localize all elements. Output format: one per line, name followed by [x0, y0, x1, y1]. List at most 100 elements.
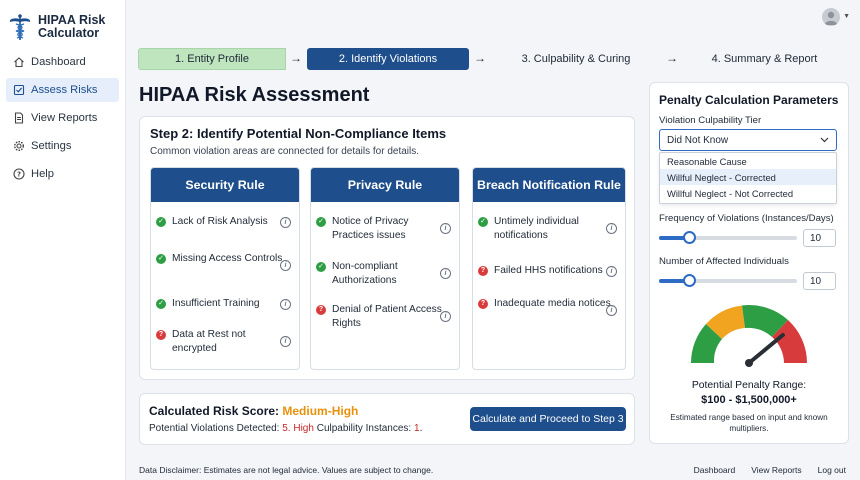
- violations-summary: Potential Violations Detected: 5. High C…: [149, 423, 422, 434]
- info-icon[interactable]: i: [280, 260, 291, 271]
- violation-label: Failed HHS notifications: [494, 265, 603, 276]
- home-icon: [13, 56, 25, 68]
- frequency-input[interactable]: 10: [803, 229, 836, 247]
- culpability-tier-label: Violation Culpability Tier: [659, 115, 762, 126]
- sidebar-item-view-reports[interactable]: View Reports: [6, 106, 119, 130]
- penalty-range-value: $100 - $1,500,000+: [701, 394, 797, 406]
- sidebar-nav: Dashboard Assess Risks View Reports Sett…: [0, 50, 125, 186]
- risk-score: Calculated Risk Score: Medium-High: [149, 404, 358, 418]
- info-icon[interactable]: i: [606, 223, 617, 234]
- risk-score-value: Medium-High: [282, 404, 359, 418]
- violation-item[interactable]: ? Data at Rest not encrypted i: [156, 328, 291, 356]
- violation-label: Non-compliant Authorizations: [332, 261, 398, 286]
- rule-column-title: Privacy Rule: [311, 168, 459, 202]
- checklist-icon: [13, 84, 25, 96]
- violation-item[interactable]: ? Inadequate media notices i: [478, 297, 617, 316]
- card-subtitle: Common violation areas are connected for…: [150, 146, 420, 157]
- slider-thumb[interactable]: [683, 274, 697, 287]
- user-icon: [824, 11, 838, 25]
- violation-label: Lack of Risk Analysis: [172, 216, 268, 227]
- footer-link-logout[interactable]: Log out: [818, 465, 846, 475]
- info-icon[interactable]: i: [440, 311, 451, 322]
- caduceus-logo-icon: [9, 13, 31, 40]
- high-label: High: [293, 423, 314, 434]
- help-icon: ?: [13, 168, 25, 180]
- info-icon[interactable]: i: [440, 268, 451, 279]
- arrow-right-icon: →: [290, 51, 302, 65]
- sidebar-item-help[interactable]: ? Help: [6, 162, 119, 186]
- warning-icon: ?: [478, 299, 488, 309]
- frequency-label: Frequency of Violations (Instances/Days): [659, 213, 834, 224]
- risk-score-label: Calculated Risk Score:: [149, 404, 283, 418]
- affected-individuals-input[interactable]: 10: [803, 272, 836, 290]
- calculate-proceed-button[interactable]: Calculate and Proceed to Step 3: [470, 407, 626, 431]
- penalty-parameters-panel: Penalty Calculation Parameters Violation…: [649, 82, 849, 444]
- step-culpability-curing[interactable]: 3. Culpability & Curing: [493, 48, 659, 70]
- culpability-label: Culpability Instances:: [313, 423, 414, 434]
- slider-thumb[interactable]: [683, 231, 697, 244]
- violation-label: Insufficient Training: [172, 298, 260, 309]
- footer-link-view-reports[interactable]: View Reports: [751, 465, 801, 475]
- violation-item[interactable]: ? Failed HHS notifications i: [478, 264, 617, 278]
- info-icon[interactable]: i: [280, 299, 291, 310]
- violations-label: Potential Violations Detected:: [149, 423, 283, 434]
- sidebar-item-label: Settings: [31, 140, 72, 152]
- violation-item[interactable]: ? Denial of Patient Access Rights i: [316, 303, 451, 331]
- brand[interactable]: HIPAA Risk Calculator: [0, 0, 125, 44]
- page-title: HIPAA Risk Assessment: [139, 84, 370, 106]
- card-heading: Step 2: Identify Potential Non-Complianc…: [150, 126, 447, 141]
- chevron-down-icon: [820, 135, 829, 146]
- step-entity-profile[interactable]: 1. Entity Profile: [138, 48, 286, 70]
- affected-individuals-slider[interactable]: [659, 274, 797, 287]
- penalty-gauge: [690, 305, 808, 367]
- penalty-range-note: Estimated range based on input and known…: [670, 413, 828, 433]
- check-icon: ✓: [156, 217, 166, 227]
- chevron-down-icon[interactable]: ▼: [843, 13, 850, 20]
- app-name-line1: HIPAA Risk: [38, 12, 106, 27]
- frequency-slider[interactable]: [659, 231, 797, 244]
- dropdown-option[interactable]: Willful Neglect - Not Corrected: [660, 185, 836, 201]
- dropdown-option[interactable]: Willful Neglect - Corrected: [660, 169, 836, 185]
- gauge-needle: [747, 333, 785, 365]
- step-identify-violations[interactable]: 2. Identify Violations: [307, 48, 469, 70]
- check-icon: ✓: [316, 217, 326, 227]
- sidebar: HIPAA Risk Calculator Dashboard Assess R…: [0, 0, 126, 480]
- violation-item[interactable]: ✓ Lack of Risk Analysis i: [156, 215, 291, 229]
- app-name-line2: Calculator: [38, 25, 100, 40]
- breach-notification-column: Breach Notification Rule ✓ Untimely indi…: [472, 167, 626, 370]
- warning-icon: ?: [478, 266, 488, 276]
- violations-card: Step 2: Identify Potential Non-Complianc…: [139, 116, 635, 380]
- violation-item[interactable]: ✓ Notice of Privacy Practices issues i: [316, 215, 451, 243]
- culpability-tier-dropdown: Reasonable Cause Willful Neglect - Corre…: [659, 152, 837, 204]
- violation-item[interactable]: ✓ Non-compliant Authorizations i: [316, 260, 451, 288]
- dropdown-option[interactable]: Reasonable Cause: [660, 153, 836, 169]
- sidebar-item-dashboard[interactable]: Dashboard: [6, 50, 119, 74]
- info-icon[interactable]: i: [606, 305, 617, 316]
- violation-label: Untimely individual notifications: [494, 216, 579, 241]
- info-icon[interactable]: i: [440, 223, 451, 234]
- user-avatar[interactable]: [822, 8, 840, 26]
- violation-item[interactable]: ✓ Insufficient Training i: [156, 297, 291, 311]
- data-disclaimer: Data Disclaimer: Estimates are not legal…: [139, 465, 434, 475]
- culpability-tier-select[interactable]: Did Not Know: [659, 129, 837, 151]
- check-icon: ✓: [156, 254, 166, 264]
- violation-label: Missing Access Controls: [172, 253, 283, 264]
- arrow-right-icon: →: [474, 51, 486, 65]
- selected-tier: Did Not Know: [667, 134, 729, 146]
- step-summary-report[interactable]: 4. Summary & Report: [681, 48, 848, 70]
- gauge-hub: [745, 359, 753, 367]
- sidebar-item-settings[interactable]: Settings: [6, 134, 119, 158]
- footer-link-dashboard[interactable]: Dashboard: [694, 465, 736, 475]
- info-icon[interactable]: i: [280, 217, 291, 228]
- panel-title: Penalty Calculation Parameters: [659, 93, 839, 107]
- info-icon[interactable]: i: [280, 336, 291, 347]
- sidebar-item-assess-risks[interactable]: Assess Risks: [6, 78, 119, 102]
- check-icon: ✓: [156, 299, 166, 309]
- warning-icon: ?: [156, 330, 166, 340]
- violation-item[interactable]: ✓ Untimely individual notifications i: [478, 215, 617, 243]
- rule-column-title: Breach Notification Rule: [473, 168, 625, 202]
- security-rule-column: Security Rule ✓ Lack of Risk Analysis i …: [150, 167, 300, 370]
- info-icon[interactable]: i: [606, 266, 617, 277]
- arrow-right-icon: →: [666, 51, 678, 65]
- violation-item[interactable]: ✓ Missing Access Controls i: [156, 252, 291, 271]
